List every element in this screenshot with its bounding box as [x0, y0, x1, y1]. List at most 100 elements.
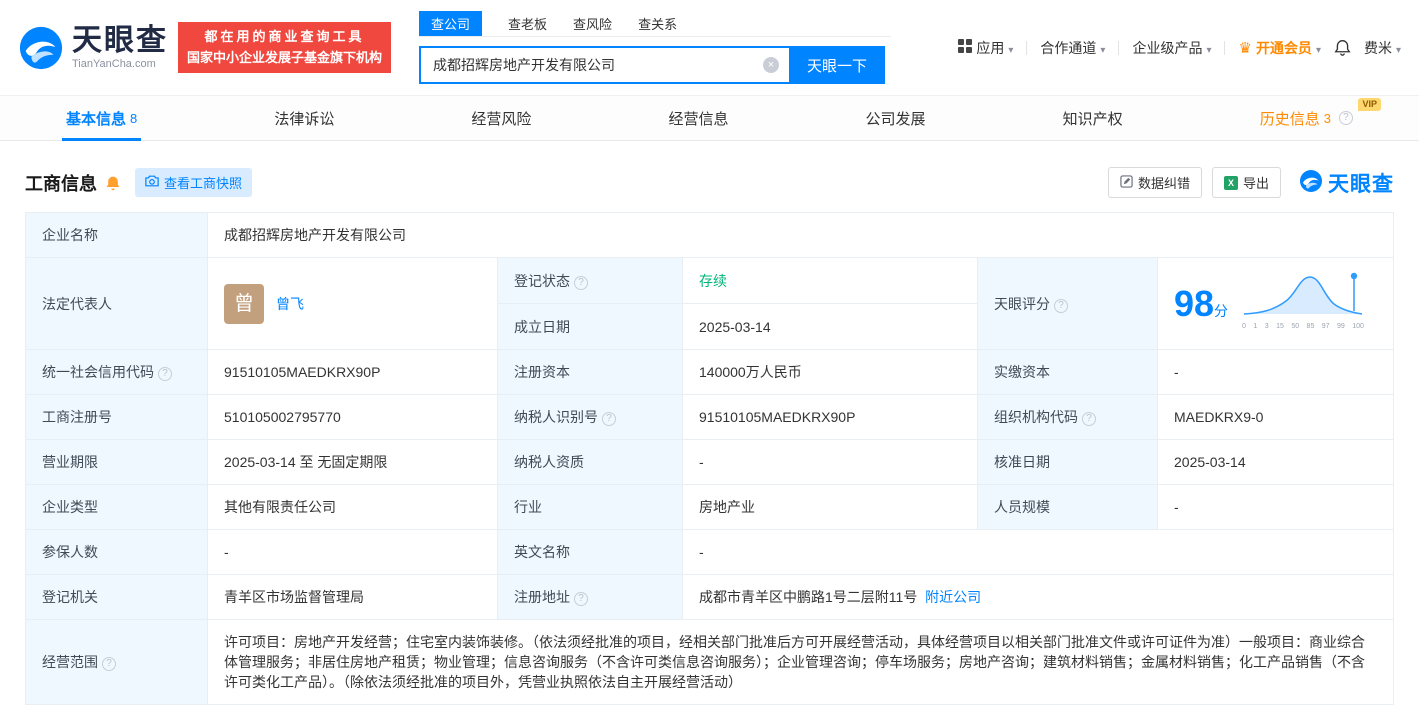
nav-apps[interactable]: 应用 [958, 38, 1013, 58]
data-correction-button[interactable]: 数据纠错 [1107, 167, 1202, 198]
help-icon[interactable] [574, 592, 588, 606]
nav-open-vip[interactable]: 开通会员 [1238, 38, 1320, 58]
main-content: 工商信息 查看工商快照 数据纠错 导出 [0, 167, 1419, 705]
score-number: 98 [1174, 282, 1215, 324]
tianyancha-logo[interactable]: 天眼查 TianYanCha.com [18, 25, 168, 71]
staff-size-value: - [1157, 484, 1394, 530]
search-tabs: 查公司 查老板 查风险 查关系 [419, 11, 892, 37]
establish-date-value: 2025-03-14 [682, 303, 978, 350]
search-tab-risk[interactable]: 查风险 [573, 11, 612, 36]
table-row: 经营范围 许可项目：房地产开发经营；住宅室内装饰装修。（依法须经批准的项目，经相… [25, 619, 1394, 705]
business-term-label: 营业期限 [25, 439, 208, 485]
org-code-label: 组织机构代码 [977, 394, 1158, 440]
approval-date-value: 2025-03-14 [1157, 439, 1394, 485]
chevron-down-icon [1316, 40, 1321, 56]
watermark-brand-text: 天眼查 [1328, 172, 1394, 196]
insured-count-label: 参保人数 [25, 529, 208, 575]
help-icon[interactable] [1054, 298, 1068, 313]
help-icon[interactable] [602, 412, 616, 426]
industry-value: 房地产业 [682, 484, 978, 530]
section-title: 工商信息 [25, 173, 97, 194]
snapshot-button[interactable]: 查看工商快照 [135, 168, 253, 197]
legal-rep-value: 曾 曾飞 [207, 257, 498, 350]
nav-user-label: 费米 [1363, 39, 1392, 56]
nav-enterprise[interactable]: 企业级产品 [1132, 38, 1211, 58]
clear-search-icon[interactable] [763, 57, 780, 73]
nav-divider [1118, 40, 1120, 55]
legal-rep-avatar[interactable]: 曾 [224, 283, 264, 324]
nav-user[interactable]: 费米 [1364, 38, 1401, 58]
nav-divider [1224, 40, 1226, 55]
help-icon[interactable] [574, 275, 588, 290]
reg-address-value: 成都市青羊区中鹏路1号二层附11号 附近公司 [682, 574, 1394, 620]
reg-capital-label: 注册资本 [497, 349, 683, 395]
table-row: 企业类型 其他有限责任公司 行业 房地产业 人员规模 - [25, 484, 1394, 530]
chevron-down-icon [1396, 40, 1401, 56]
table-row: 参保人数 - 英文名称 - [25, 529, 1394, 575]
business-scope-label: 经营范围 [25, 619, 208, 705]
help-icon[interactable] [158, 367, 172, 381]
subscribe-bell-icon[interactable] [105, 175, 121, 191]
tab-history-info[interactable]: 历史信息 3 VIP [1256, 96, 1381, 140]
tianyancha-logo-icon [18, 25, 64, 71]
reg-authority-label: 登记机关 [25, 574, 208, 620]
taxpayer-quality-value: - [682, 439, 978, 485]
top-header: 天眼查 TianYanCha.com 都在用的商业查询工具 国家中小企业发展子基… [0, 0, 1419, 95]
top-nav: 应用 合作通道 企业级产品 开通会员 费米 [958, 38, 1401, 58]
paid-capital-value: - [1157, 349, 1394, 395]
export-button[interactable]: 导出 [1211, 167, 1281, 198]
company-name-value: 成都招辉房地产开发有限公司 [207, 212, 1394, 258]
tab-basic-info[interactable]: 基本信息 8 [62, 96, 142, 141]
staff-size-label: 人员规模 [977, 484, 1158, 530]
legal-rep-link[interactable]: 曾飞 [276, 294, 304, 314]
tianyancha-mini-logo-icon [1299, 169, 1323, 196]
table-row: 登记机关 青羊区市场监督管理局 注册地址 成都市青羊区中鹏路1号二层附11号 附… [25, 574, 1394, 620]
score-unit: 分 [1214, 302, 1229, 319]
chevron-down-icon [1100, 40, 1105, 56]
help-icon[interactable] [1338, 111, 1353, 125]
company-type-label: 企业类型 [25, 484, 208, 530]
nav-enterprise-label: 企业级产品 [1132, 39, 1203, 56]
camera-icon [145, 175, 159, 190]
crown-icon [1238, 39, 1251, 57]
tab-intellectual-property[interactable]: 知识产权 [1059, 96, 1127, 140]
search-tab-boss[interactable]: 查老板 [508, 11, 547, 36]
help-icon[interactable] [102, 657, 116, 671]
help-icon[interactable] [1082, 412, 1096, 426]
taxpayer-id-value: 91510105MAEDKRX90P [682, 394, 978, 440]
slogan-line1: 都在用的商业查询工具 [204, 29, 365, 45]
table-row: 工商注册号 510105002795770 纳税人识别号 91510105MAE… [25, 394, 1394, 440]
logo-brand-text: 天眼查 [72, 23, 168, 57]
watermark-brand: 天眼查 [1299, 168, 1394, 198]
nav-partner[interactable]: 合作通道 [1040, 38, 1105, 58]
vip-tag: VIP [1358, 98, 1381, 111]
search-input[interactable] [419, 46, 790, 84]
table-row: 企业名称 成都招辉房地产开发有限公司 [25, 212, 1394, 258]
english-name-label: 英文名称 [497, 529, 683, 575]
table-row: 法定代表人 曾 曾飞 登记状态 存续 天眼评分 [25, 257, 1394, 350]
search-area: 查公司 查老板 查风险 查关系 天眼一下 [419, 11, 892, 84]
industry-label: 行业 [497, 484, 683, 530]
search-tab-company[interactable]: 查公司 [419, 11, 483, 36]
tab-operating-risk[interactable]: 经营风险 [467, 96, 535, 140]
tab-legal-proceedings[interactable]: 法律诉讼 [270, 96, 338, 140]
nav-partner-label: 合作通道 [1040, 39, 1097, 56]
search-button[interactable]: 天眼一下 [789, 46, 886, 84]
credit-code-label: 统一社会信用代码 [25, 349, 208, 395]
notifications-bell-icon[interactable] [1334, 39, 1351, 56]
nearby-companies-link[interactable]: 附近公司 [925, 589, 981, 605]
reg-capital-value: 140000万人民币 [682, 349, 978, 395]
score-value: 98分 0 1 3 15 50 85 97 99 100 [1157, 257, 1394, 350]
company-name-label: 企业名称 [25, 212, 208, 258]
tab-history-badge: 3 [1323, 110, 1331, 126]
tab-company-development[interactable]: 公司发展 [862, 96, 930, 140]
nav-divider [1026, 40, 1028, 55]
correction-pencil-icon [1120, 174, 1133, 191]
tab-operating-info[interactable]: 经营信息 [664, 96, 732, 140]
table-row: 营业期限 2025-03-14 至 无固定期限 纳税人资质 - 核准日期 202… [25, 439, 1394, 485]
chevron-down-icon [1008, 40, 1013, 56]
search-tab-relation[interactable]: 查关系 [638, 11, 677, 36]
table-row: 统一社会信用代码 91510105MAEDKRX90P 注册资本 140000万… [25, 349, 1394, 395]
reg-address-label: 注册地址 [497, 574, 683, 620]
english-name-value: - [682, 529, 1394, 575]
